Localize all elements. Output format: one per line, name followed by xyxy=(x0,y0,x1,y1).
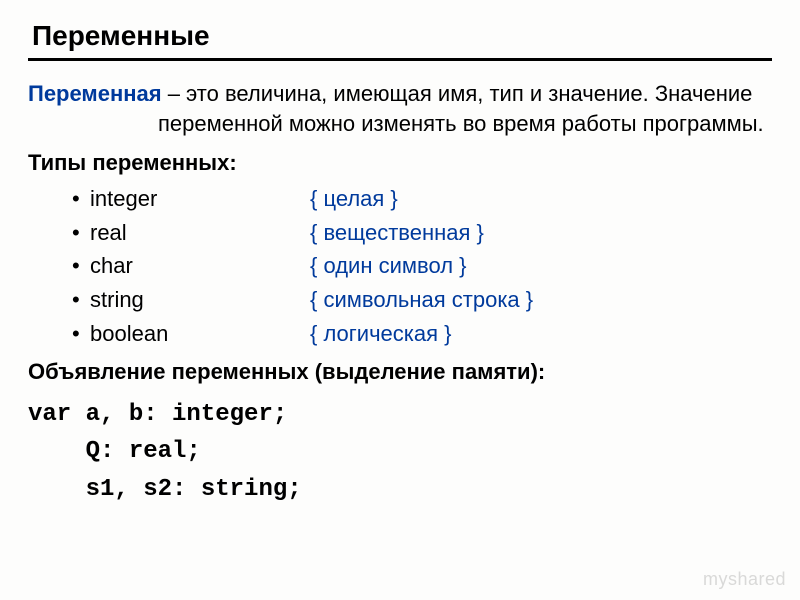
page-title: Переменные xyxy=(32,20,772,52)
definition: Переменная – это величина, имеющая имя, … xyxy=(28,79,772,138)
watermark: myshared xyxy=(703,569,786,590)
type-desc: { вещественная } xyxy=(310,218,484,248)
type-desc: { целая } xyxy=(310,184,398,214)
code-line: var a, b: integer; xyxy=(28,396,772,433)
type-desc: { символьная строка } xyxy=(310,285,533,315)
declaration-heading: Объявление переменных (выделение памяти)… xyxy=(28,357,772,387)
type-desc: { один символ } xyxy=(310,251,467,281)
type-name: string xyxy=(90,285,310,315)
types-heading: Типы переменных: xyxy=(28,148,772,178)
definition-term: Переменная xyxy=(28,81,162,106)
type-name: boolean xyxy=(90,319,310,349)
code-block: var a, b: integer; Q: real; s1, s2: stri… xyxy=(28,396,772,508)
slide: Переменные Переменная – это величина, им… xyxy=(0,0,800,600)
code-line: s1, s2: string; xyxy=(28,471,772,508)
types-list: integer { целая } real { вещественная } … xyxy=(28,184,772,348)
list-item: integer { целая } xyxy=(72,184,772,214)
type-desc: { логическая } xyxy=(310,319,452,349)
type-name: real xyxy=(90,218,310,248)
code-line: Q: real; xyxy=(28,433,772,470)
title-rule xyxy=(28,58,772,61)
list-item: char { один символ } xyxy=(72,251,772,281)
list-item: boolean { логическая } xyxy=(72,319,772,349)
definition-text: – это величина, имеющая имя, тип и значе… xyxy=(158,81,764,136)
type-name: integer xyxy=(90,184,310,214)
slide-body: Переменная – это величина, имеющая имя, … xyxy=(28,79,772,508)
list-item: real { вещественная } xyxy=(72,218,772,248)
list-item: string { символьная строка } xyxy=(72,285,772,315)
type-name: char xyxy=(90,251,310,281)
